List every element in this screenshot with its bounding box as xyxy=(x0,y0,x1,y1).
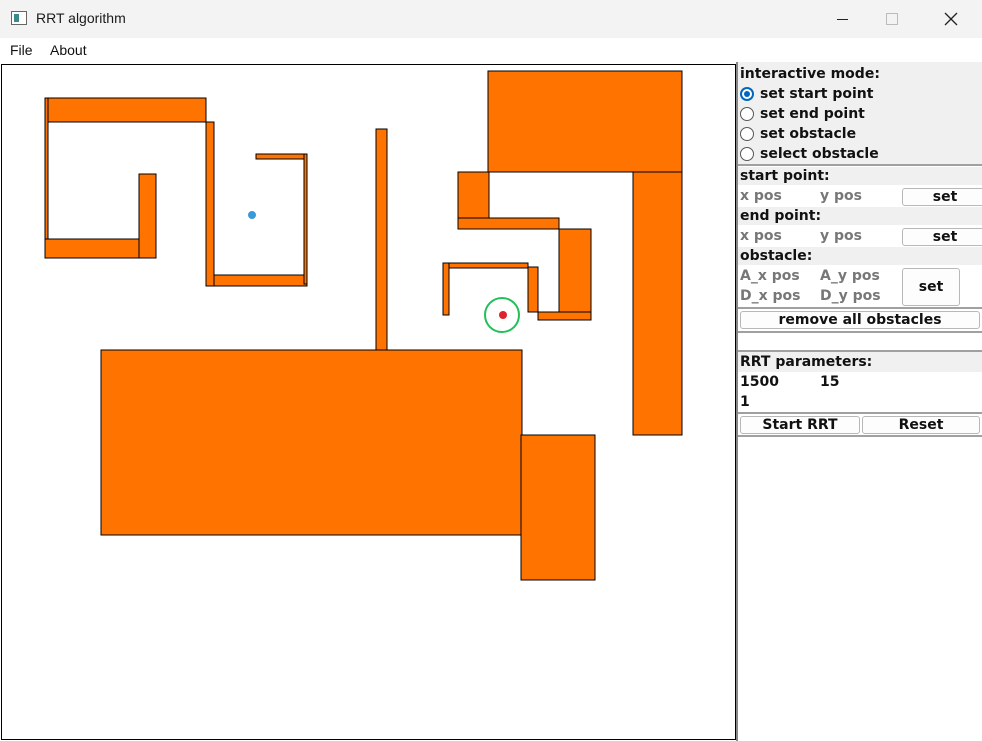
radio-icon[interactable] xyxy=(740,127,754,141)
obstacle[interactable] xyxy=(45,97,207,123)
close-icon[interactable] xyxy=(926,0,976,38)
rrt-param-3[interactable]: 1 xyxy=(740,394,750,410)
obstacle-header: obstacle: xyxy=(740,248,813,264)
radio-label: select obstacle xyxy=(760,146,879,162)
end-x-field[interactable]: x pos xyxy=(740,228,782,244)
end-y-field[interactable]: y pos xyxy=(820,228,862,244)
radio-label: set start point xyxy=(760,86,874,102)
obstacle[interactable] xyxy=(375,128,388,352)
radio-set-start-point[interactable]: set start point xyxy=(740,84,873,104)
set-obstacle-button[interactable]: set xyxy=(902,268,960,306)
rrt-param-step[interactable]: 15 xyxy=(820,374,839,390)
radio-icon[interactable] xyxy=(740,147,754,161)
divider xyxy=(738,307,982,309)
menu-about[interactable]: About xyxy=(50,42,87,58)
obstacle[interactable] xyxy=(632,171,683,436)
obstacle[interactable] xyxy=(205,121,215,287)
radio-icon[interactable] xyxy=(740,107,754,121)
obstacle[interactable] xyxy=(442,262,529,269)
obstacle[interactable] xyxy=(255,153,308,160)
obstacle[interactable] xyxy=(558,228,592,313)
start-rrt-button[interactable]: Start RRT xyxy=(740,416,860,434)
obstacle[interactable] xyxy=(303,153,308,285)
control-panel: interactive mode: set start point set en… xyxy=(736,62,982,741)
rrt-header-bg: RRT parameters: xyxy=(738,352,982,372)
divider xyxy=(738,435,982,437)
end-point-header-bg: end point: xyxy=(738,207,982,225)
obstacle[interactable] xyxy=(100,349,523,536)
obstacle[interactable] xyxy=(213,274,308,287)
end-point-marker[interactable] xyxy=(499,311,507,319)
title-bar: RRT algorithm xyxy=(0,0,982,38)
window-title: RRT algorithm xyxy=(36,10,126,26)
start-point-header-bg: start point: xyxy=(738,167,982,185)
obstacle[interactable] xyxy=(442,262,450,316)
d-y-field[interactable]: D_y pos xyxy=(820,288,881,304)
menu-file[interactable]: File xyxy=(10,42,33,58)
rrt-param-iterations[interactable]: 1500 xyxy=(740,374,779,390)
start-point-marker[interactable] xyxy=(248,211,256,219)
end-point-header: end point: xyxy=(740,208,822,224)
drawing-canvas[interactable] xyxy=(1,64,736,740)
obstacle[interactable] xyxy=(520,434,596,581)
interactive-mode-header: interactive mode: xyxy=(740,66,880,82)
remove-all-obstacles-button[interactable]: remove all obstacles xyxy=(740,311,980,329)
divider xyxy=(738,331,982,333)
a-x-field[interactable]: A_x pos xyxy=(740,268,800,284)
interactive-mode-section: interactive mode: set start point set en… xyxy=(738,62,982,164)
minimize-icon[interactable] xyxy=(817,0,867,38)
radio-label: set end point xyxy=(760,106,865,122)
d-x-field[interactable]: D_x pos xyxy=(740,288,801,304)
obstacle[interactable] xyxy=(44,97,49,259)
menu-bar: File About xyxy=(0,38,982,62)
reset-button[interactable]: Reset xyxy=(862,416,980,434)
a-y-field[interactable]: A_y pos xyxy=(820,268,880,284)
maximize-icon[interactable] xyxy=(867,0,917,38)
rrt-parameters-header: RRT parameters: xyxy=(740,354,873,370)
obstacle[interactable] xyxy=(138,173,157,259)
radio-selected-icon[interactable] xyxy=(740,87,754,101)
set-start-button[interactable]: set xyxy=(902,188,982,206)
obstacle-map[interactable] xyxy=(1,64,736,740)
radio-select-obstacle[interactable]: select obstacle xyxy=(740,144,879,164)
app-icon xyxy=(11,11,27,25)
obstacle[interactable] xyxy=(537,311,592,321)
obstacle[interactable] xyxy=(457,217,560,230)
set-end-button[interactable]: set xyxy=(902,228,982,246)
start-point-header: start point: xyxy=(740,168,830,184)
divider xyxy=(738,164,982,166)
radio-label: set obstacle xyxy=(760,126,857,142)
obstacle-header-bg: obstacle: xyxy=(738,247,982,265)
start-x-field[interactable]: x pos xyxy=(740,188,782,204)
divider xyxy=(738,412,982,414)
start-y-field[interactable]: y pos xyxy=(820,188,862,204)
obstacle[interactable] xyxy=(487,70,683,173)
radio-set-obstacle[interactable]: set obstacle xyxy=(740,124,856,144)
obstacle[interactable] xyxy=(457,171,490,219)
radio-set-end-point[interactable]: set end point xyxy=(740,104,865,124)
obstacle[interactable] xyxy=(527,266,539,313)
